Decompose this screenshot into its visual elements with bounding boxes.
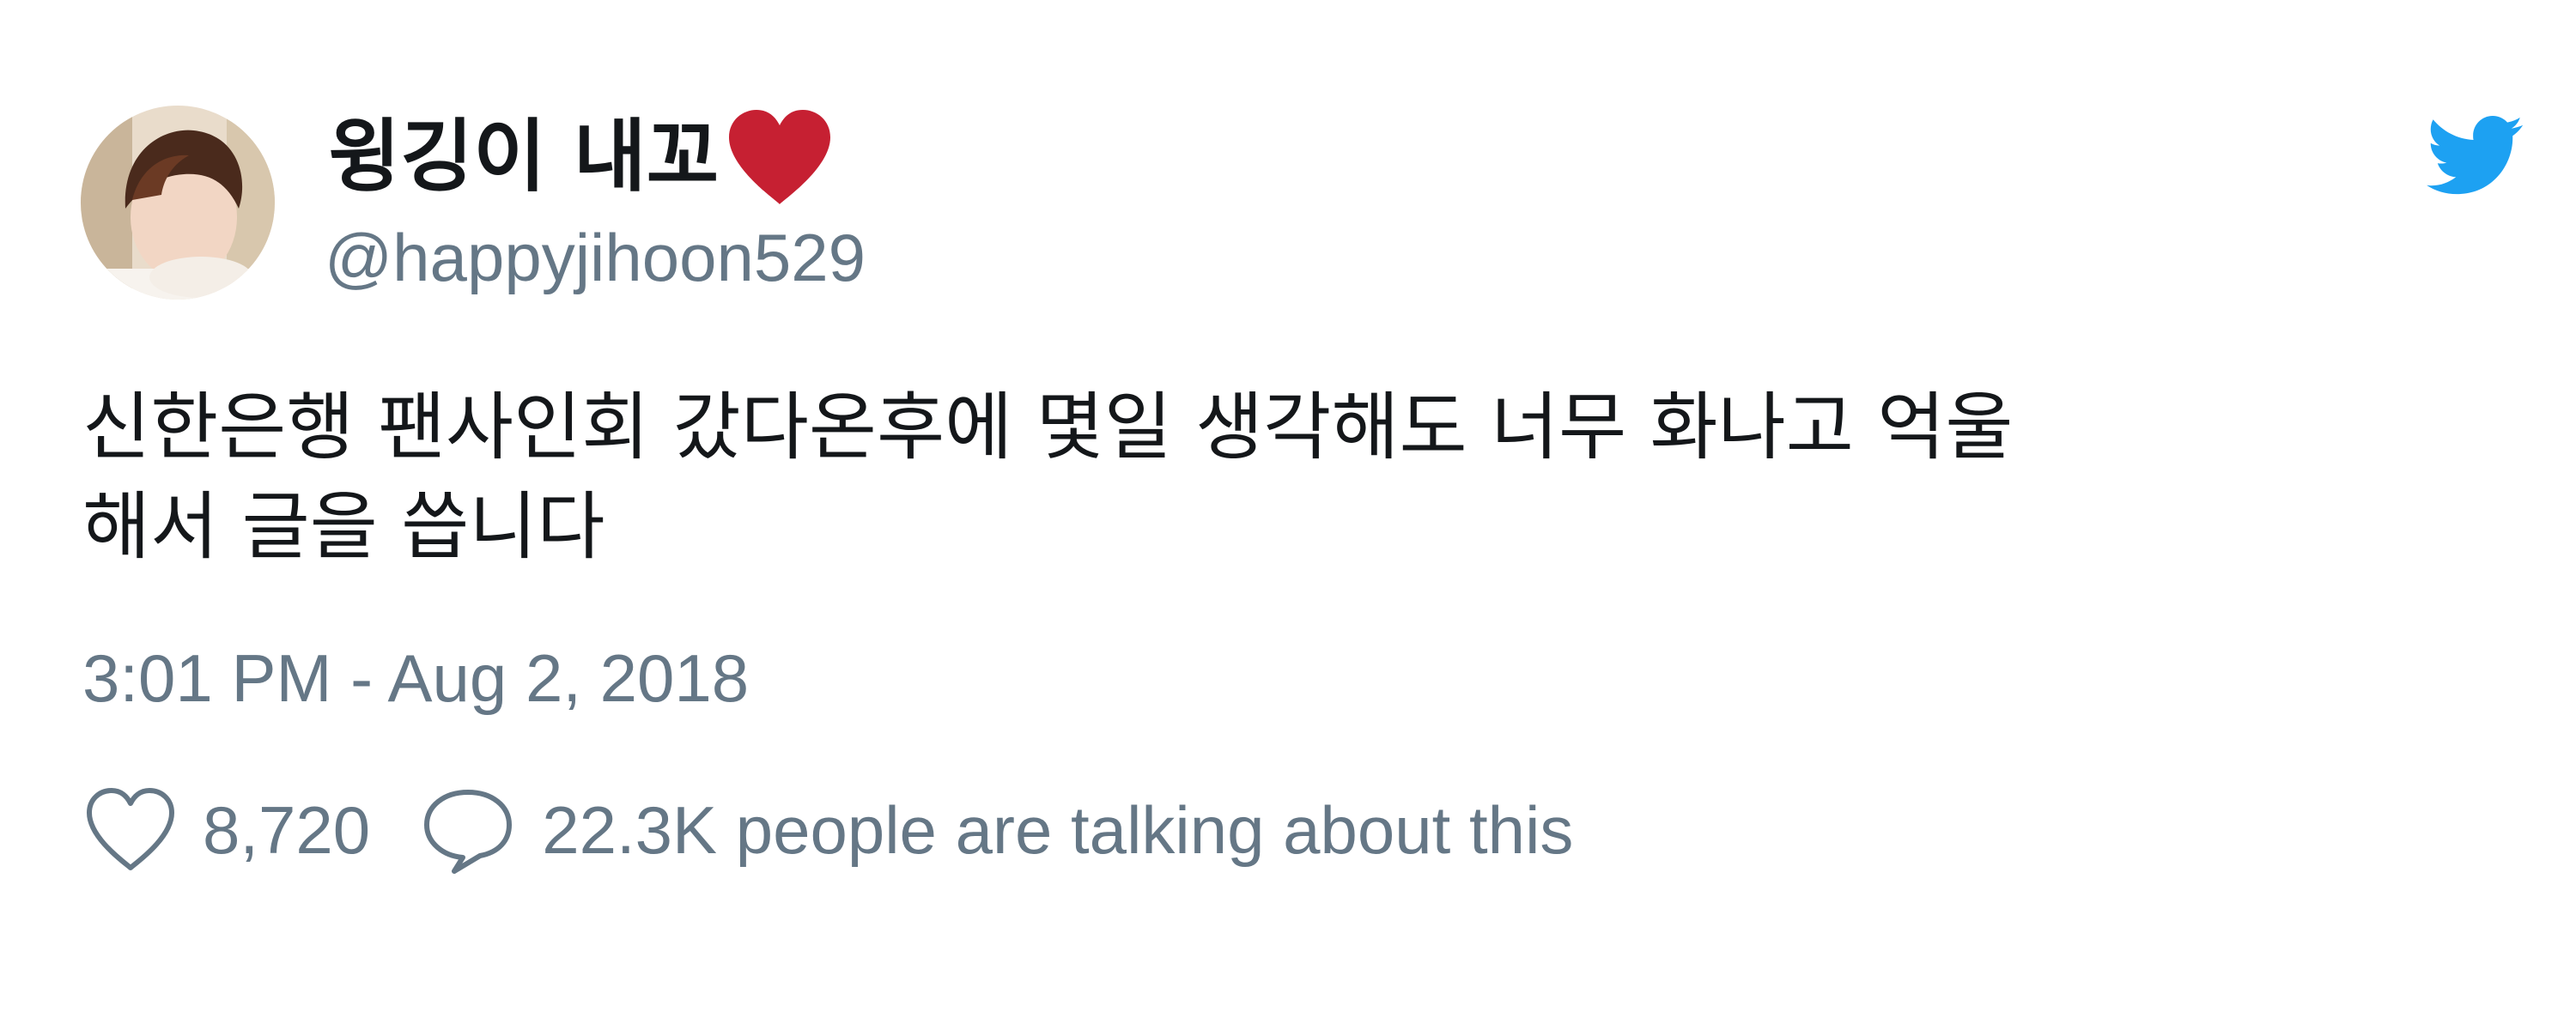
speech-bubble-icon[interactable] bbox=[420, 785, 516, 875]
avatar-photo bbox=[81, 106, 275, 300]
red-heart-emoji-icon bbox=[729, 110, 831, 204]
display-name-row[interactable]: 윙깅이 내꼬 bbox=[328, 101, 835, 213]
avatar[interactable] bbox=[81, 106, 275, 300]
heart-outline-icon[interactable] bbox=[82, 785, 179, 875]
tweet-timestamp[interactable]: 3:01 PM - Aug 2, 2018 bbox=[82, 635, 749, 721]
tweet-stats: 8,720 22.3K people are talking about thi… bbox=[82, 783, 1573, 877]
like-count[interactable]: 8,720 bbox=[203, 783, 370, 877]
tweet-text: 신한은행 팬사인회 갔다온후에 몇일 생각해도 너무 화나고 억울 해서 글을 … bbox=[82, 385, 2014, 570]
author-handle[interactable]: @happyjihoon529 bbox=[325, 215, 866, 300]
tweet-card: 윙깅이 내꼬 @happyjihoon529 신한은행 팬사인회 갔다온후에 몇… bbox=[0, 0, 2576, 1030]
twitter-bird-icon[interactable] bbox=[2427, 115, 2524, 197]
display-name[interactable]: 윙깅이 내꼬 bbox=[328, 101, 719, 213]
conversation-text[interactable]: 22.3K people are talking about this bbox=[542, 783, 1573, 877]
